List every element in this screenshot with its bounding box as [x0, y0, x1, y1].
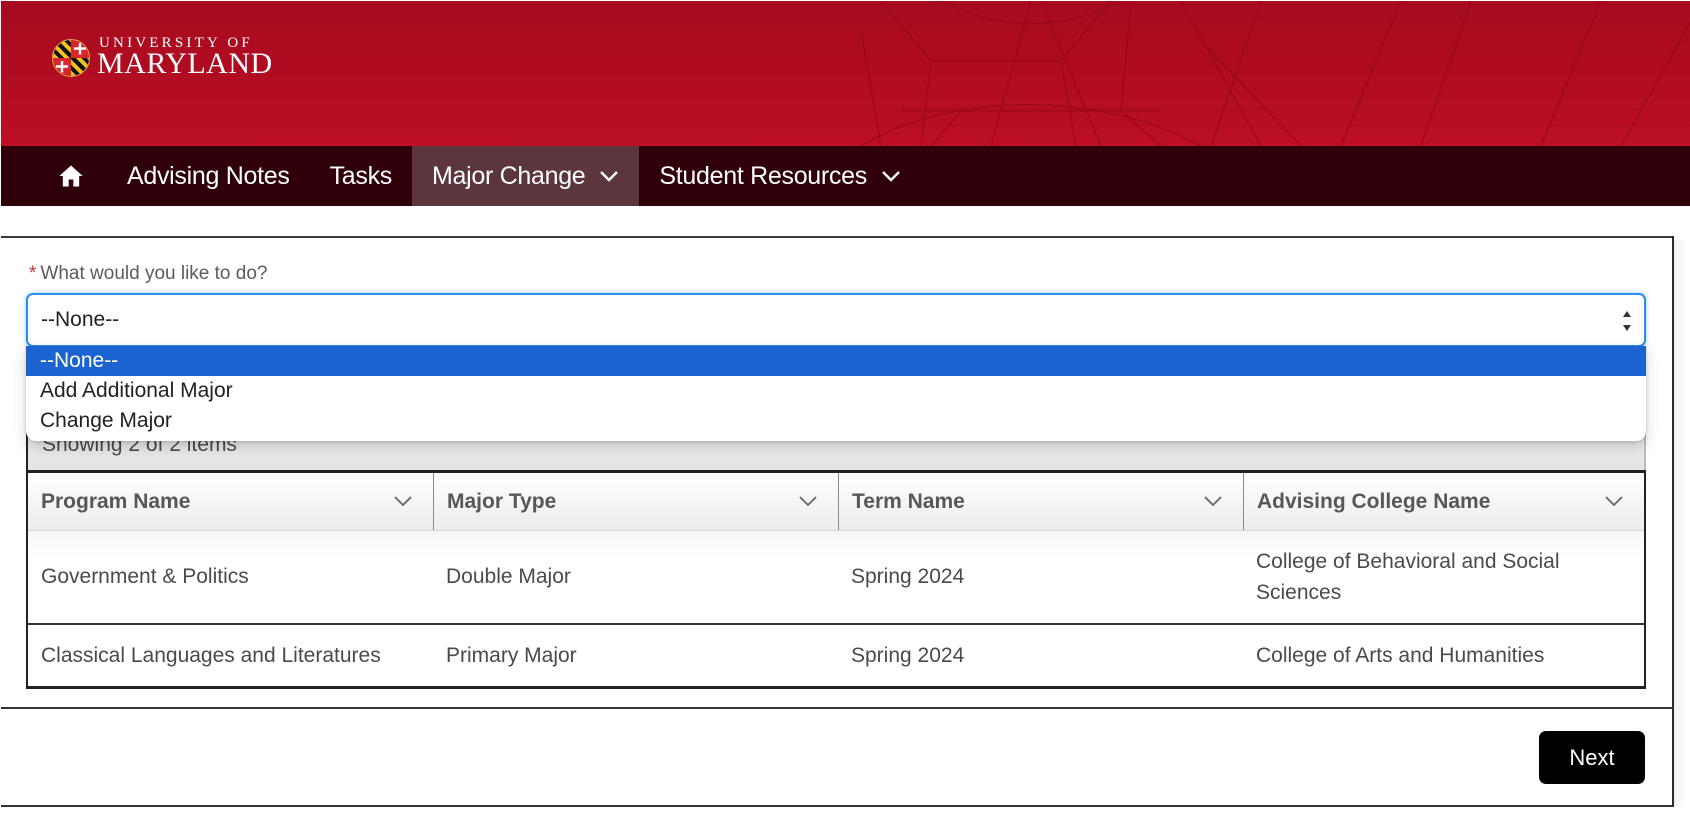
- required-marker: *: [29, 263, 37, 284]
- action-question-label: * What would you like to do?: [29, 263, 267, 285]
- cell-term-name: Spring 2024: [851, 565, 965, 589]
- column-label: Major Type: [447, 489, 557, 513]
- nav-label: Advising Notes: [127, 161, 290, 190]
- chevron-down-icon[interactable]: [1203, 495, 1223, 507]
- column-label: Term Name: [852, 489, 965, 513]
- table-row: Government & Politics Double Major Sprin…: [28, 531, 1644, 625]
- card-bottom-border: [1, 805, 1673, 807]
- logo-line-2: MARYLAND: [97, 47, 273, 80]
- table-row: Classical Languages and Literatures Prim…: [28, 625, 1644, 686]
- nav-major-change[interactable]: Major Change: [411, 146, 640, 206]
- next-button[interactable]: Next: [1539, 731, 1645, 784]
- card-top-border: [1, 236, 1673, 238]
- majors-table: Program Name Major Type Term Name Advisi…: [26, 470, 1646, 689]
- column-label: Program Name: [41, 489, 191, 513]
- table-header-row: Program Name Major Type Term Name Advisi…: [28, 473, 1644, 531]
- nav-label: Major Change: [431, 161, 586, 190]
- nav-advising-notes[interactable]: Advising Notes: [107, 146, 310, 206]
- column-label: Advising College Name: [1257, 489, 1491, 513]
- chevron-down-icon: [600, 171, 619, 182]
- option-add-additional-major[interactable]: Add Additional Major: [26, 376, 1646, 406]
- site-header: UNIVERSITY OF MARYLAND: [1, 1, 1690, 146]
- footer-divider: [1, 707, 1673, 709]
- action-select-options: --None-- Add Additional Major Change Maj…: [26, 346, 1646, 441]
- cell-term-name: Spring 2024: [851, 643, 965, 667]
- chevron-down-icon[interactable]: [393, 495, 413, 507]
- select-updown-arrows-icon: [1623, 311, 1631, 331]
- main-nav: Advising Notes Tasks Major Change Studen…: [1, 146, 1690, 206]
- question-text: What would you like to do?: [40, 263, 268, 284]
- cell-advising-college: College of Arts and Humanities: [1256, 643, 1545, 667]
- cell-advising-college: College of Behavioral and Social Science…: [1256, 549, 1560, 605]
- cell-major-type: Double Major: [446, 565, 571, 589]
- column-header-major-type[interactable]: Major Type: [433, 473, 838, 530]
- nav-student-resources[interactable]: Student Resources: [639, 146, 921, 206]
- option-change-major[interactable]: Change Major: [26, 406, 1646, 436]
- column-header-term-name[interactable]: Term Name: [838, 473, 1243, 530]
- chevron-down-icon[interactable]: [798, 495, 818, 507]
- nav-label: Student Resources: [659, 161, 867, 190]
- action-select[interactable]: --None--: [26, 293, 1646, 347]
- select-value: --None--: [41, 308, 120, 331]
- cell-program-name: Classical Languages and Literatures: [41, 643, 381, 667]
- option-none[interactable]: --None--: [26, 346, 1646, 376]
- card-shadow: [1674, 240, 1686, 806]
- chevron-down-icon: [882, 171, 900, 182]
- nav-label: Tasks: [329, 161, 393, 190]
- maryland-flag-seal-icon: [52, 38, 90, 77]
- chevron-down-icon[interactable]: [1604, 495, 1624, 507]
- cell-major-type: Primary Major: [446, 643, 577, 667]
- column-header-program-name[interactable]: Program Name: [28, 473, 433, 530]
- home-icon: [59, 165, 83, 187]
- nav-home[interactable]: [1, 146, 107, 206]
- column-header-advising-college-name[interactable]: Advising College Name: [1243, 473, 1644, 530]
- nav-tasks[interactable]: Tasks: [310, 146, 412, 206]
- university-logo[interactable]: UNIVERSITY OF MARYLAND: [52, 36, 273, 79]
- cell-program-name: Government & Politics: [41, 565, 249, 589]
